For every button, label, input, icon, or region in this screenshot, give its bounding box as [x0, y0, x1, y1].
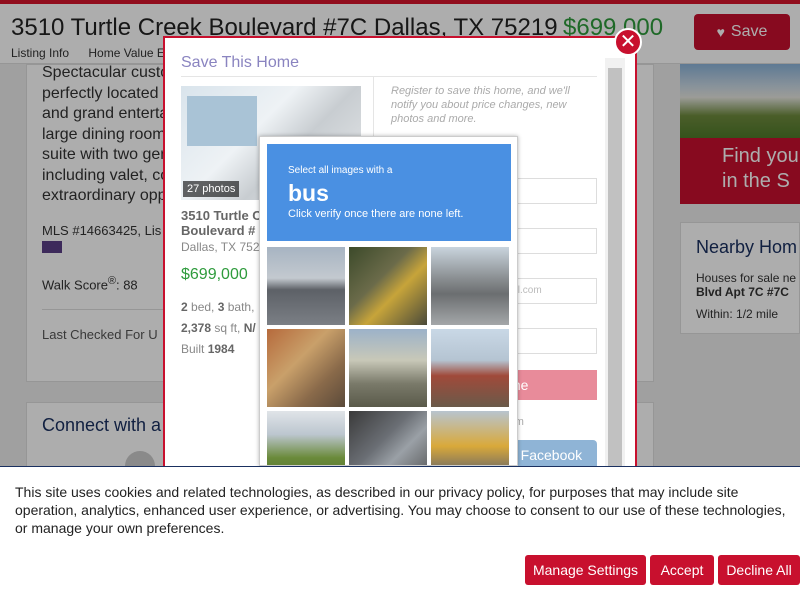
- captcha-tile[interactable]: [349, 247, 427, 325]
- decline-all-button[interactable]: Decline All: [718, 555, 800, 585]
- modal-divider: [181, 76, 597, 77]
- modal-price: $699,000: [181, 266, 248, 283]
- register-text: Register to save this home, and we'll no…: [391, 85, 570, 125]
- modal-scrollbar-thumb[interactable]: [608, 68, 622, 474]
- last-name-field[interactable]: [505, 228, 597, 254]
- sqft-na: N/: [243, 321, 256, 335]
- built-label: Built: [181, 342, 208, 356]
- modal-city: Dallas, TX 752: [181, 240, 260, 254]
- save-home-submit-button[interactable]: me: [505, 370, 597, 400]
- captcha-instruction: Select all images with a: [288, 165, 393, 176]
- captcha-challenge: Select all images with a bus Click verif…: [259, 136, 518, 466]
- built-year: 1984: [207, 342, 235, 356]
- baths-label: bath,: [224, 300, 255, 314]
- first-name-field[interactable]: [505, 178, 597, 204]
- captcha-tile[interactable]: [267, 329, 345, 407]
- sqft-label: sq ft,: [211, 321, 244, 335]
- captcha-tile[interactable]: [431, 329, 509, 407]
- captcha-tile[interactable]: [349, 329, 427, 407]
- captcha-hint: Click verify once there are none left.: [288, 208, 464, 220]
- captcha-tile[interactable]: [267, 247, 345, 325]
- modal-built: Built 1984: [181, 342, 234, 356]
- beds-count: 2: [181, 300, 188, 314]
- modal-beds-baths: 2 bed, 3 bath,: [181, 300, 254, 314]
- photo-count-badge: 27 photos: [183, 181, 240, 197]
- modal-sqft: 2,378 sq ft, N/: [181, 321, 256, 335]
- beds-label: bed,: [187, 300, 218, 314]
- captcha-tile[interactable]: [431, 411, 509, 465]
- thumbnail-window: [187, 96, 257, 146]
- close-icon[interactable]: ✕: [614, 28, 642, 56]
- captcha-target: bus: [288, 180, 329, 206]
- sqft-value: 2,378: [181, 321, 212, 335]
- modal-title: Save This Home: [181, 54, 299, 71]
- captcha-tile[interactable]: [349, 411, 427, 465]
- manage-settings-button[interactable]: Manage Settings: [525, 555, 646, 585]
- captcha-tile[interactable]: [431, 247, 509, 325]
- cookie-banner: This site uses cookies and related techn…: [0, 466, 800, 600]
- phone-field[interactable]: [505, 328, 597, 354]
- email-field[interactable]: ail.com: [505, 278, 597, 304]
- captcha-tile[interactable]: [267, 411, 345, 465]
- cookie-text: This site uses cookies and related techn…: [15, 484, 786, 536]
- captcha-header: Select all images with a bus Click verif…: [267, 144, 511, 241]
- accept-button[interactable]: Accept: [650, 555, 714, 585]
